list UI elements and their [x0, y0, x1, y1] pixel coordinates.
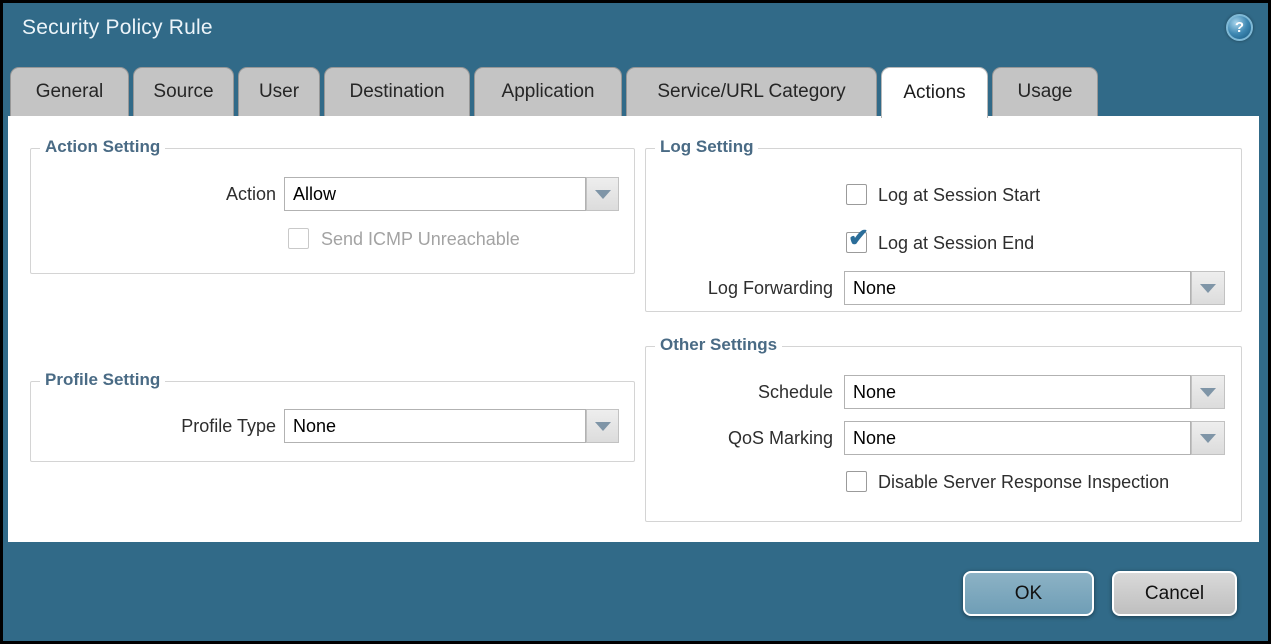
chevron-down-icon — [595, 190, 611, 199]
action-setting-group: Action Setting Action Allow ✔ Send ICMP … — [30, 148, 635, 274]
action-dropdown-button[interactable] — [586, 177, 619, 211]
schedule-label: Schedule — [646, 375, 833, 409]
log-setting-group: Log Setting ✔ Log at Session Start ✔ Log… — [645, 148, 1242, 312]
log-setting-legend: Log Setting — [655, 137, 758, 157]
action-label: Action — [31, 177, 276, 211]
log-session-end-checkbox[interactable]: ✔ — [846, 232, 867, 253]
action-dropdown-value: Allow — [293, 184, 336, 205]
log-session-start-label: Log at Session Start — [878, 184, 1040, 205]
ok-button-label: OK — [1015, 583, 1042, 605]
other-settings-group: Other Settings Schedule None QoS Marking… — [645, 346, 1242, 522]
profile-type-label: Profile Type — [31, 409, 276, 443]
tab-actions[interactable]: Actions — [881, 67, 988, 118]
tab-label: Actions — [903, 82, 965, 104]
tab-application[interactable]: Application — [474, 67, 622, 116]
disable-server-response-inspection-checkbox[interactable]: ✔ — [846, 471, 867, 492]
schedule-dropdown[interactable]: None — [844, 375, 1191, 409]
check-icon: ✔ — [848, 226, 869, 251]
ok-button[interactable]: OK — [963, 571, 1094, 616]
question-mark-glyph: ? — [1235, 19, 1244, 36]
log-forwarding-dropdown-value: None — [853, 278, 896, 299]
chevron-down-icon — [1200, 434, 1216, 443]
cancel-button[interactable]: Cancel — [1112, 571, 1237, 616]
log-forwarding-label: Log Forwarding — [646, 271, 833, 305]
send-icmp-unreachable-label: Send ICMP Unreachable — [321, 228, 520, 249]
help-icon[interactable]: ? — [1226, 14, 1253, 41]
profile-type-dropdown-button[interactable] — [586, 409, 619, 443]
profile-type-dropdown[interactable]: None — [284, 409, 586, 443]
tab-general[interactable]: General — [10, 67, 129, 116]
action-setting-legend: Action Setting — [40, 137, 165, 157]
chevron-down-icon — [1200, 284, 1216, 293]
tab-label: General — [36, 81, 104, 103]
schedule-dropdown-button[interactable] — [1191, 375, 1225, 409]
action-dropdown[interactable]: Allow — [284, 177, 586, 211]
qos-marking-dropdown-value: None — [853, 428, 896, 449]
cancel-button-label: Cancel — [1145, 583, 1204, 605]
qos-marking-dropdown[interactable]: None — [844, 421, 1191, 455]
tab-destination[interactable]: Destination — [324, 67, 470, 116]
tab-usage[interactable]: Usage — [992, 67, 1098, 116]
tab-service-url-category[interactable]: Service/URL Category — [626, 67, 877, 116]
tab-source[interactable]: Source — [133, 67, 234, 116]
other-settings-legend: Other Settings — [655, 335, 782, 355]
tab-label: User — [259, 81, 299, 103]
tab-label: Service/URL Category — [657, 81, 845, 103]
log-session-end-label: Log at Session End — [878, 232, 1034, 253]
qos-marking-dropdown-button[interactable] — [1191, 421, 1225, 455]
content-panel: Action Setting Action Allow ✔ Send ICMP … — [8, 116, 1259, 542]
send-icmp-unreachable-checkbox: ✔ — [288, 228, 309, 249]
profile-setting-group: Profile Setting Profile Type None — [30, 381, 635, 462]
chevron-down-icon — [1200, 388, 1216, 397]
log-forwarding-dropdown[interactable]: None — [844, 271, 1191, 305]
tab-label: Source — [153, 81, 213, 103]
qos-marking-label: QoS Marking — [646, 421, 833, 455]
schedule-dropdown-value: None — [853, 382, 896, 403]
log-session-start-checkbox[interactable]: ✔ — [846, 184, 867, 205]
tab-label: Application — [502, 81, 595, 103]
tab-user[interactable]: User — [238, 67, 320, 116]
profile-type-dropdown-value: None — [293, 416, 336, 437]
chevron-down-icon — [595, 422, 611, 431]
tab-label: Destination — [349, 81, 444, 103]
tab-label: Usage — [1018, 81, 1073, 103]
dialog-title: Security Policy Rule — [22, 16, 213, 40]
tab-bar: General Source User Destination Applicat… — [10, 67, 1098, 116]
disable-server-response-inspection-label: Disable Server Response Inspection — [878, 471, 1169, 492]
profile-setting-legend: Profile Setting — [40, 370, 165, 390]
log-forwarding-dropdown-button[interactable] — [1191, 271, 1225, 305]
